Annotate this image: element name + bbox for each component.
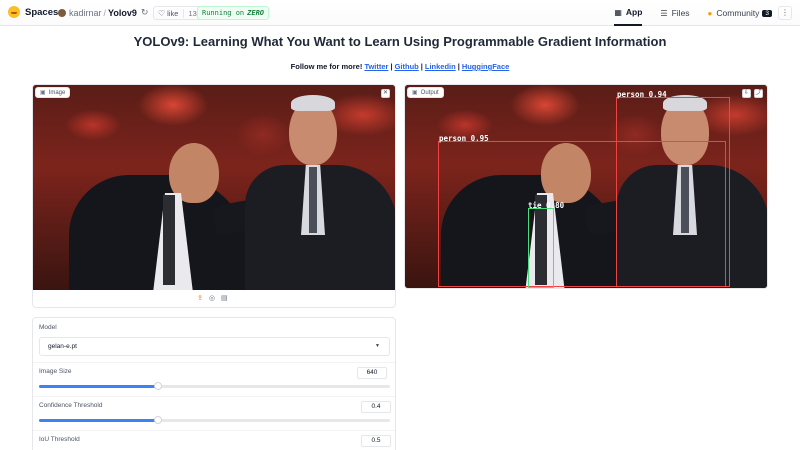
share-icon[interactable]: ⤴ bbox=[754, 89, 763, 98]
status-prefix: Running on bbox=[202, 9, 245, 17]
detection-label-tie: tie 0.80 bbox=[528, 201, 565, 210]
follow-text: Follow me for more! bbox=[290, 62, 363, 71]
detection-label-person-right: person 0.94 bbox=[617, 90, 667, 99]
tab-files-label: Files bbox=[671, 8, 690, 18]
clear-icon[interactable]: ✕ bbox=[381, 89, 390, 98]
status-badge: Running on ZERO bbox=[197, 6, 270, 20]
status-hardware: ZERO bbox=[247, 9, 265, 17]
iou-threshold-label: IoU Threshold bbox=[39, 436, 80, 443]
page-title: YOLOv9: Learning What You Want to Learn … bbox=[133, 34, 667, 49]
community-count-badge: 3 bbox=[762, 9, 772, 17]
files-icon: ☰ bbox=[660, 8, 668, 18]
confidence-slider-fill bbox=[39, 419, 159, 422]
model-dropdown[interactable]: gelan-e.pt ▼ bbox=[39, 337, 390, 356]
heart-icon: ♡ bbox=[158, 8, 166, 18]
image-size-input[interactable]: 640 bbox=[357, 367, 387, 379]
copy-icon[interactable]: ↻ bbox=[141, 7, 149, 18]
like-label: like bbox=[167, 8, 179, 18]
image-icon: ▣ bbox=[40, 90, 46, 96]
tab-community-label: Community bbox=[716, 8, 760, 18]
settings-panel: Model gelan-e.pt ▼ Image Size 640 Confid… bbox=[32, 317, 396, 450]
confidence-threshold-slider[interactable] bbox=[39, 416, 390, 424]
webcam-icon[interactable]: ◎ bbox=[209, 294, 215, 302]
upload-icon[interactable]: ⇪ bbox=[197, 294, 203, 302]
detection-label-person-left: person 0.95 bbox=[439, 134, 489, 143]
tab-community[interactable]: ● Community 3 bbox=[708, 0, 772, 26]
image-size-slider-fill bbox=[39, 385, 159, 388]
breadcrumb: kadirnar / Yolov9 ↻ bbox=[58, 7, 148, 18]
tab-app-label: App bbox=[625, 7, 643, 17]
image-size-slider-thumb[interactable] bbox=[154, 382, 163, 390]
clipboard-icon[interactable]: ▤ bbox=[221, 294, 228, 302]
input-image-panel[interactable]: ▣ Image ✕ ⇪ ◎ ▤ bbox=[32, 84, 396, 308]
top-navbar: Spaces kadirnar / Yolov9 ↻ ♡ like 13 Run… bbox=[0, 0, 800, 26]
detection-box-tie bbox=[528, 208, 554, 288]
image-icon: ▣ bbox=[412, 90, 418, 96]
download-icon[interactable]: ⇩ bbox=[742, 89, 751, 98]
linkedin-link[interactable]: Linkedin bbox=[425, 62, 456, 71]
like-count: 13 bbox=[183, 8, 197, 18]
like-button[interactable]: ♡ like 13 bbox=[153, 6, 202, 20]
output-image-panel: person 0.94 person 0.95 tie 0.80 ▣ Outpu… bbox=[404, 84, 768, 289]
space-tabs: ▦ App ☰ Files ● Community 3 bbox=[596, 0, 772, 26]
output-photo: person 0.94 person 0.95 tie 0.80 bbox=[405, 85, 767, 288]
image-size-slider[interactable] bbox=[39, 382, 390, 390]
chevron-down-icon: ▼ bbox=[375, 343, 380, 349]
breadcrumb-separator: / bbox=[103, 7, 107, 18]
twitter-link[interactable]: Twitter bbox=[364, 62, 388, 71]
model-label: Model bbox=[39, 324, 57, 331]
more-icon[interactable]: ⋮ bbox=[778, 6, 792, 20]
tab-files[interactable]: ☰ Files bbox=[660, 0, 689, 26]
image-size-label: Image Size bbox=[39, 368, 72, 375]
repo-link[interactable]: Yolov9 bbox=[108, 8, 137, 18]
spaces-logo-link[interactable]: Spaces bbox=[8, 6, 58, 18]
detection-box-person-left bbox=[438, 141, 726, 287]
confidence-threshold-input[interactable]: 0.4 bbox=[361, 401, 391, 413]
model-selected-value: gelan-e.pt bbox=[48, 343, 77, 350]
owner-link[interactable]: kadirnar bbox=[69, 8, 102, 18]
community-icon: ● bbox=[707, 8, 713, 18]
app-icon: ▦ bbox=[614, 7, 622, 17]
follow-links: Follow me for more! Twitter | Github | Linke… bbox=[290, 62, 510, 71]
image-source-toolbar: ⇪ ◎ ▤ bbox=[197, 294, 234, 302]
iou-threshold-input[interactable]: 0.5 bbox=[361, 435, 391, 447]
owner-avatar bbox=[58, 8, 66, 17]
github-link[interactable]: Github bbox=[395, 62, 419, 71]
input-photo bbox=[33, 85, 395, 290]
confidence-slider-thumb[interactable] bbox=[154, 416, 163, 424]
output-image-label: ▣ Output bbox=[407, 87, 444, 98]
brand-label: Spaces bbox=[25, 6, 59, 18]
confidence-threshold-label: Confidence Threshold bbox=[39, 402, 103, 409]
tab-app[interactable]: ▦ App bbox=[614, 0, 643, 26]
huggingface-link[interactable]: HuggingFace bbox=[462, 62, 510, 71]
input-image-label: ▣ Image bbox=[35, 87, 71, 98]
spaces-logo-icon bbox=[8, 6, 20, 18]
